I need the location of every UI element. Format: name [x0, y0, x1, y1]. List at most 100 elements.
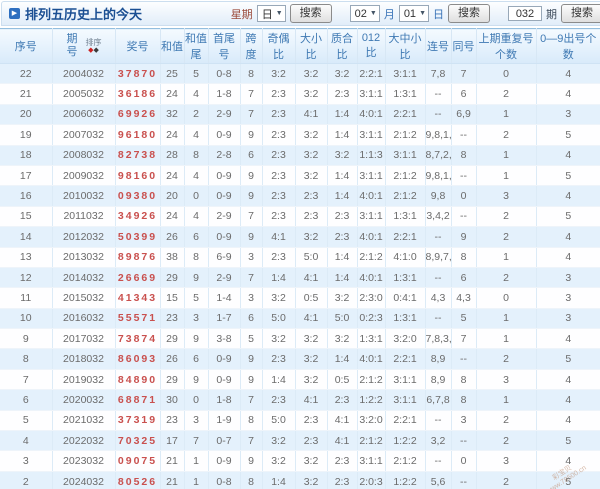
table-row: 22 2004032 37870 25 5 0-8 8 3:2 3:2 3:2 2:2:1 3:1:1… — [0, 63, 600, 85]
cell-numbers: 68871 — [115, 389, 161, 411]
cell-big-small: 2:3 — [295, 206, 328, 228]
cell-repeat-count: 3 — [476, 369, 537, 391]
cell-sum-tail: 4 — [184, 206, 209, 228]
app: ▶ 排列五历史上的今天 星期 日▼ 搜索 02▼ 月 01▼ 日 搜索 期 搜索… — [0, 0, 600, 489]
cell-min-max: 1-4 — [208, 287, 241, 309]
cell-numbers: 09380 — [115, 185, 161, 207]
cell-index: 8 — [0, 348, 53, 370]
cell-digit-count: 4 — [536, 369, 600, 391]
cell-numbers: 96180 — [115, 124, 161, 146]
cell-digit-count: 5 — [536, 124, 600, 146]
cell-big-mid-small: 2:2:1 — [385, 410, 426, 432]
data-table: 序号 期号 排序 ◆◆ 奖号 和值 和值尾 首尾号 跨度 奇偶比 大小比 质合比 012比 大中小比 连号同… — [0, 28, 600, 489]
cell-min-max: 0-8 — [208, 471, 241, 489]
cell-digit-count: 5 — [536, 206, 600, 228]
cell-odd-even: 1:4 — [262, 267, 296, 289]
cell-prime-composite: 3:2 — [327, 287, 358, 309]
cell-sum-tail: 7 — [184, 430, 209, 452]
cell-repeat-count: 2 — [476, 124, 537, 146]
table-row: 15 2011032 34926 24 4 2-9 7 2:3 2:3 2:3 3:1:1 1:3:1… — [0, 206, 600, 228]
cell-issue: 2005032 — [52, 83, 116, 105]
cell-numbers: 37870 — [115, 63, 161, 85]
cell-consecutive: 9,8,1,0 — [425, 165, 452, 187]
sort-diamond-icons[interactable]: ◆◆ — [88, 47, 99, 54]
cell-odd-even: 2:3 — [262, 145, 296, 166]
issue-search-button[interactable]: 搜索 — [561, 4, 600, 23]
sort-desc-icon[interactable]: ◆ — [94, 47, 99, 54]
cell-sum: 20 — [160, 185, 185, 207]
cell-odd-even: 1:4 — [262, 369, 296, 391]
cell-same: -- — [451, 124, 477, 146]
cell-repeat-count: 2 — [476, 348, 537, 370]
cell-consecutive: 6,7,8 — [425, 389, 452, 411]
cell-min-max: 0-9 — [208, 450, 241, 472]
cell-consecutive: 3,4,2 — [425, 206, 452, 228]
month-select[interactable]: 02 ▼ — [349, 5, 380, 22]
cell-odd-even: 2:3 — [262, 104, 296, 126]
cell-big-mid-small: 4:1:0 — [385, 247, 426, 268]
cell-odd-even: 1:4 — [262, 471, 296, 489]
cell-issue: 2014032 — [52, 267, 116, 289]
cell-issue: 2013032 — [52, 247, 116, 268]
cell-consecutive: 8,7,2,3 — [425, 145, 452, 166]
cell-same: 5 — [451, 308, 477, 330]
cell-index: 13 — [0, 247, 53, 268]
cell-digit-count: 4 — [536, 410, 600, 432]
cell-min-max: 0-9 — [208, 226, 241, 248]
chevron-down-icon: ▼ — [369, 10, 377, 17]
cell-prime-composite: 1:4 — [327, 104, 358, 126]
cell-numbers: 36186 — [115, 83, 161, 105]
cell-digit-count: 4 — [536, 389, 600, 411]
cell-big-mid-small: 0:4:1 — [385, 287, 426, 309]
cell-012-ratio: 1:3:1 — [357, 328, 386, 350]
header-row: 序号 期号 排序 ◆◆ 奖号 和值 和值尾 首尾号 跨度 奇偶比 大小比 质合比 012比 大中小比 连号同… — [0, 28, 600, 64]
cell-big-mid-small: 3:2:0 — [385, 328, 426, 350]
cell-odd-even: 3:2 — [262, 328, 296, 350]
cell-digit-count: 5 — [536, 430, 600, 452]
cell-repeat-count: 0 — [476, 63, 537, 85]
day-select[interactable]: 01 ▼ — [398, 5, 429, 22]
date-search-button[interactable]: 搜索 — [448, 4, 490, 23]
cell-odd-even: 2:3 — [262, 185, 296, 207]
cell-digit-count: 4 — [536, 63, 600, 85]
cell-big-mid-small: 1:2:2 — [385, 471, 426, 489]
table-row: 3 2023032 09075 21 1 0-9 9 3:2 3:2 2:3 3:1:1 2:1:2-… — [0, 450, 600, 472]
cell-big-mid-small: 3:1:1 — [385, 145, 426, 166]
cell-012-ratio: 2:1:2 — [357, 247, 386, 268]
cell-big-small: 5:0 — [295, 247, 328, 268]
table-row: 16 2010032 09380 20 0 0-9 9 2:3 2:3 1:4 4:0:1 2:1:2… — [0, 185, 600, 207]
cell-sum-tail: 9 — [184, 369, 209, 391]
cell-sum-tail: 8 — [184, 145, 209, 166]
cell-consecutive: -- — [425, 410, 452, 432]
cell-issue: 2008032 — [52, 145, 116, 166]
cell-prime-composite: 3:2 — [327, 145, 358, 166]
cell-digit-count: 3 — [536, 267, 600, 289]
week-search-button[interactable]: 搜索 — [289, 4, 332, 23]
cell-repeat-count: 2 — [476, 430, 537, 452]
week-select[interactable]: 日 ▼ — [256, 5, 286, 22]
table-row: 4 2022032 70325 17 7 0-7 7 3:2 2:3 4:1 2:1:2 1:2:2 3… — [0, 430, 600, 452]
cell-min-max: 1-8 — [208, 83, 241, 105]
cell-same: 6 — [451, 83, 477, 105]
sort-control[interactable]: 排序 ◆◆ — [86, 38, 102, 54]
cell-prime-composite: 2:3 — [327, 206, 358, 228]
column-header-repeat-count: 上期重复号个数 — [476, 28, 537, 64]
cell-same: 4,3 — [451, 287, 477, 309]
cell-sum: 25 — [160, 63, 185, 85]
cell-numbers: 69926 — [115, 104, 161, 126]
cell-numbers: 37319 — [115, 410, 161, 432]
cell-numbers: 73874 — [115, 328, 161, 350]
cell-index: 4 — [0, 430, 53, 452]
column-header-012-ratio: 012比 — [357, 28, 386, 64]
cell-span: 9 — [240, 165, 263, 187]
issue-input[interactable] — [508, 6, 542, 21]
cell-span: 7 — [240, 83, 263, 105]
table-row: 6 2020032 68871 30 0 1-8 7 2:3 4:1 2:3 1:2:2 3:1:1 6… — [0, 389, 600, 411]
cell-012-ratio: 3:1:1 — [357, 450, 386, 472]
cell-odd-even: 4:1 — [262, 226, 296, 248]
cell-consecutive: 5,6 — [425, 471, 452, 489]
table-body: 22 2004032 37870 25 5 0-8 8 3:2 3:2 3:2 2:2:1 3:1:1… — [0, 63, 600, 489]
cell-consecutive: -- — [425, 226, 452, 248]
cell-repeat-count: 2 — [476, 83, 537, 105]
cell-odd-even: 5:0 — [262, 308, 296, 330]
